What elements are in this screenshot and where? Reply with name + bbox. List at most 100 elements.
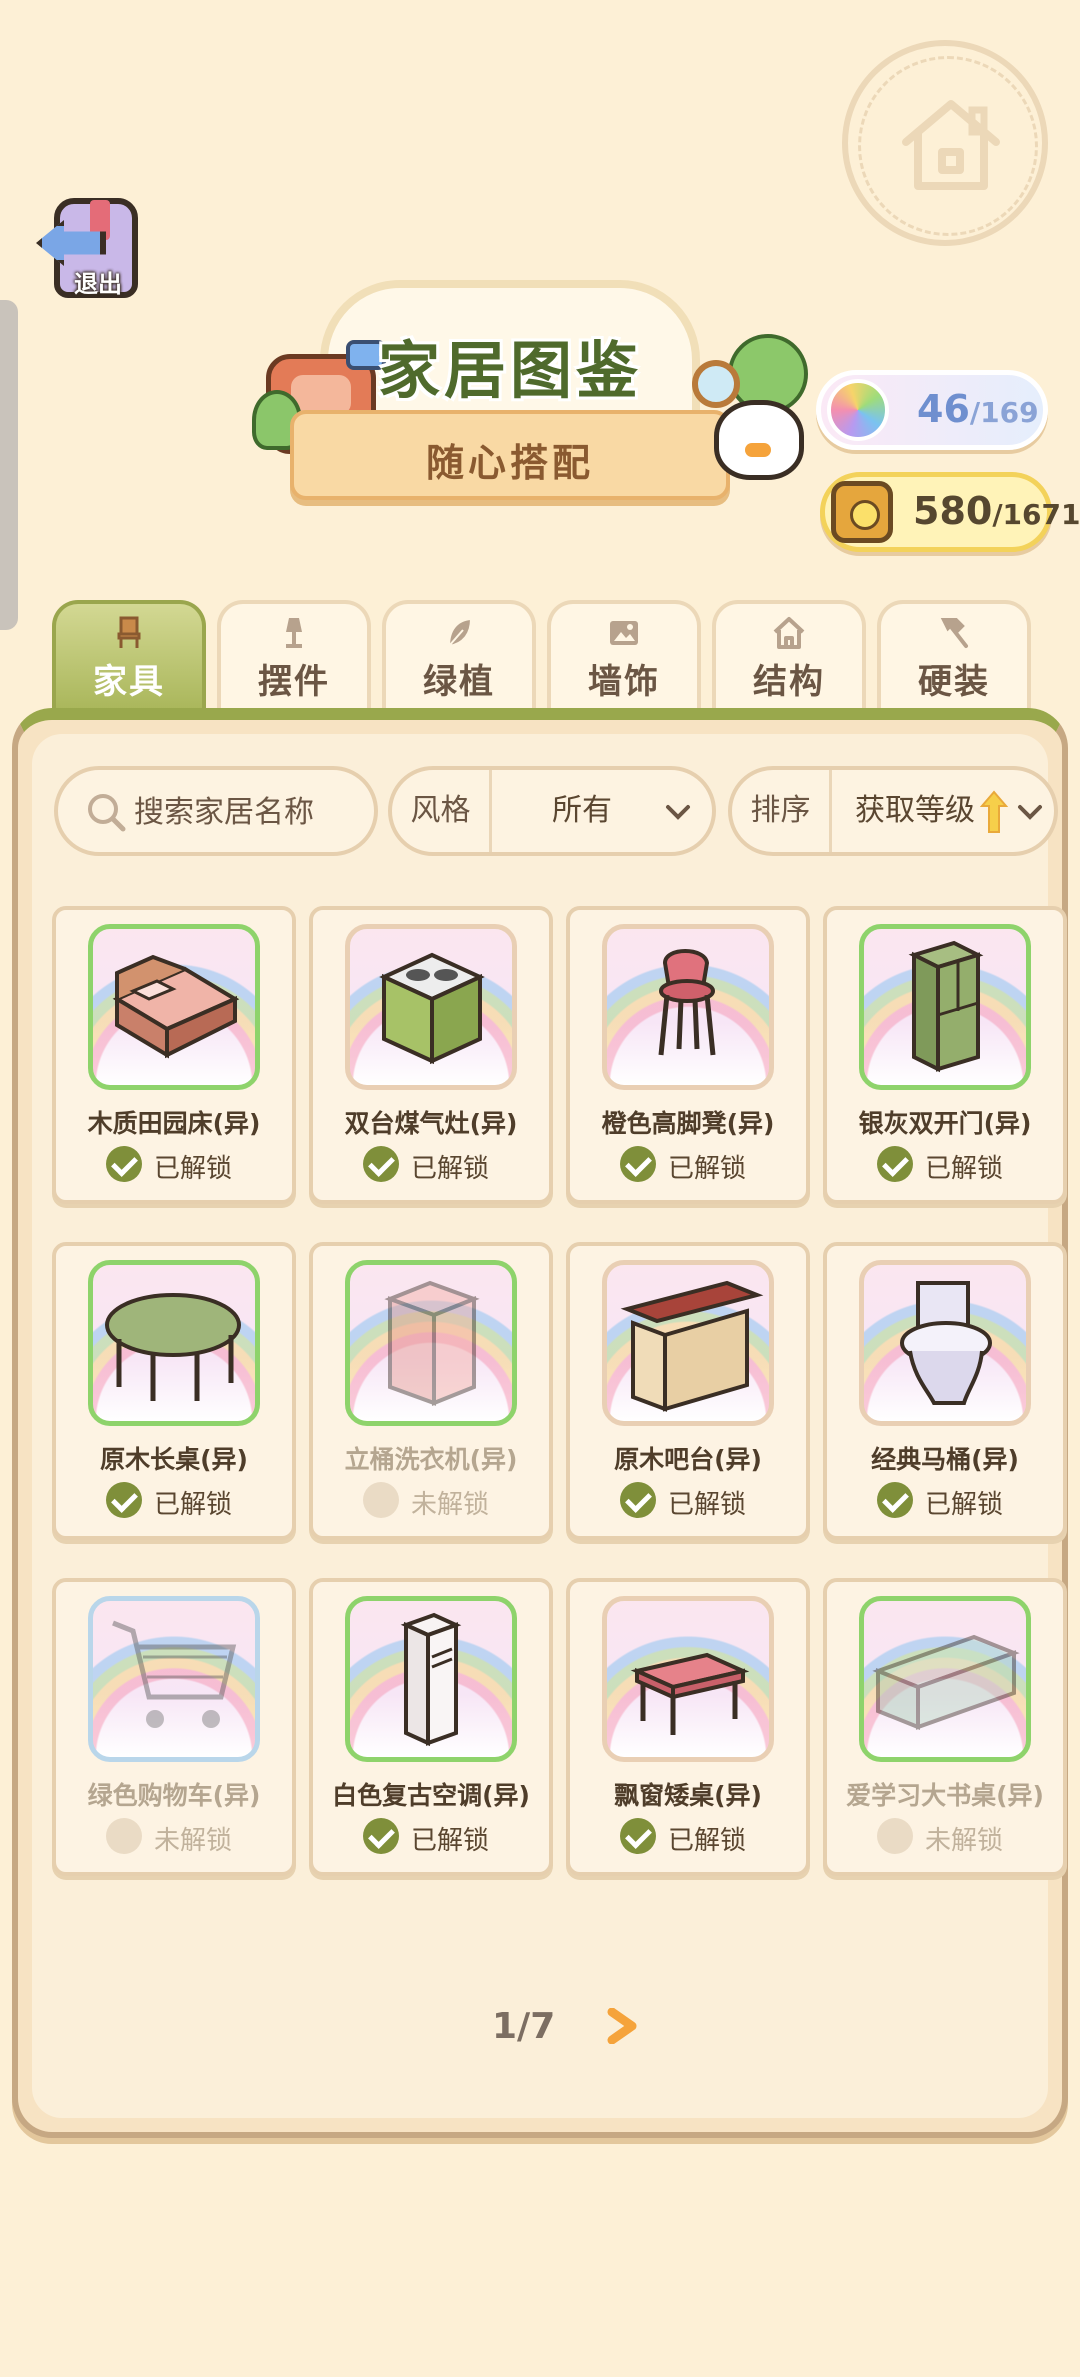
fridge-icon — [908, 940, 984, 1073]
style-label: 风格 — [392, 770, 492, 852]
house-icon — [773, 617, 805, 649]
check-icon — [877, 1146, 913, 1182]
status-text: 已解锁 — [668, 1490, 747, 1520]
rainbow-total: /169 — [969, 396, 1039, 429]
item-card[interactable]: 飘窗矮桌(异) 已解锁 — [566, 1578, 810, 1876]
chevron-down-icon — [1018, 805, 1042, 820]
item-card[interactable]: 木质田园床(异) 已解锁 — [52, 906, 296, 1204]
item-name: 橙色高脚凳(异) — [601, 1109, 775, 1138]
status-text: 未解锁 — [154, 1826, 233, 1856]
item-card[interactable]: 经典马桶(异) 已解锁 — [823, 1242, 1067, 1540]
check-icon — [363, 1818, 399, 1854]
bar-counter-icon — [620, 1280, 764, 1412]
item-name: 爱学习大书桌(异) — [846, 1781, 1044, 1810]
tab-ornaments[interactable]: 摆件 — [217, 600, 371, 712]
status-text: 已解锁 — [411, 1154, 490, 1184]
tab-structure[interactable]: 结构 — [712, 600, 866, 712]
category-tabs: 家具 摆件 绿植 墙饰 结构 硬装 — [52, 600, 1036, 712]
stool-icon — [658, 949, 716, 1056]
page-indicator: 1/7 — [492, 2006, 556, 2047]
tab-label: 家具 — [93, 662, 165, 702]
item-thumbnail — [345, 1596, 517, 1762]
air-conditioner-icon — [400, 1612, 462, 1747]
coin-count: 580 — [913, 489, 993, 533]
tab-label: 硬装 — [918, 662, 990, 702]
page-title: 家居图鉴 — [377, 334, 642, 407]
tab-label: 结构 — [753, 662, 825, 702]
item-card[interactable]: 爱学习大书桌(异) 未解锁 — [823, 1578, 1067, 1876]
item-thumbnail — [88, 1260, 260, 1426]
item-card[interactable]: 绿色购物车(异) 未解锁 — [52, 1578, 296, 1876]
stove-icon — [379, 952, 485, 1065]
item-thumbnail — [859, 1596, 1031, 1762]
item-thumbnail — [345, 1260, 517, 1426]
tab-label: 墙饰 — [588, 662, 660, 702]
item-card[interactable]: 立桶洗衣机(异) 未解锁 — [309, 1242, 553, 1540]
item-thumbnail — [88, 924, 260, 1090]
sort-label: 排序 — [732, 770, 832, 852]
side-drawer-handle[interactable] — [0, 300, 18, 630]
sort-ascending-icon[interactable] — [980, 790, 1008, 834]
item-card[interactable]: 双台煤气灶(异) 已解锁 — [309, 906, 553, 1204]
item-thumbnail — [345, 924, 517, 1090]
status-text: 已解锁 — [925, 1490, 1004, 1520]
item-name: 双台煤气灶(异) — [344, 1109, 518, 1138]
item-card[interactable]: 银灰双开门(异) 已解锁 — [823, 906, 1067, 1204]
search-input[interactable] — [134, 792, 364, 832]
item-card[interactable]: 原木长桌(异) 已解锁 — [52, 1242, 296, 1540]
check-icon — [620, 1482, 656, 1518]
check-icon — [620, 1818, 656, 1854]
lamp-icon — [286, 618, 302, 648]
search-box[interactable] — [54, 766, 378, 856]
item-thumbnail — [602, 924, 774, 1090]
house-stamp-icon — [842, 40, 1048, 246]
item-name: 经典马桶(异) — [871, 1445, 1019, 1474]
tab-wall-decor[interactable]: 墙饰 — [547, 600, 701, 712]
tab-label: 摆件 — [258, 662, 330, 702]
item-card[interactable]: 橙色高脚凳(异) 已解锁 — [566, 906, 810, 1204]
title-banner: 家居图鉴 随心搭配 — [250, 270, 808, 540]
sort-value: 获取等级 — [855, 793, 975, 828]
status-text: 已解锁 — [154, 1490, 233, 1520]
check-icon — [106, 1482, 142, 1518]
check-icon — [877, 1482, 913, 1518]
next-page-button[interactable] — [604, 2008, 638, 2044]
exit-button[interactable]: 退出 — [36, 192, 146, 310]
item-thumbnail — [602, 1596, 774, 1762]
item-name: 原木吧台(异) — [614, 1445, 762, 1474]
lock-status-icon — [106, 1818, 142, 1854]
low-table-icon — [630, 1652, 750, 1735]
shopping-cart-icon — [112, 1620, 237, 1728]
status-text: 已解锁 — [668, 1826, 747, 1856]
table-icon — [105, 1293, 241, 1401]
item-name: 绿色购物车(异) — [87, 1781, 261, 1810]
page-subtitle: 随心搭配 — [425, 441, 594, 485]
tab-hard-decor[interactable]: 硬装 — [877, 600, 1031, 712]
catalog-panel: 风格 所有 排序 获取等级 木质田园床(异) 已解锁 — [12, 708, 1068, 2138]
chick-mascot-icon — [714, 400, 804, 480]
tab-label: 绿植 — [423, 662, 495, 702]
rainbow-icon — [827, 379, 889, 441]
sort-dropdown[interactable]: 排序 获取等级 — [728, 766, 1058, 856]
item-name: 原木长桌(异) — [100, 1445, 248, 1474]
style-dropdown[interactable]: 风格 所有 — [388, 766, 716, 856]
item-name: 飘窗矮桌(异) — [614, 1781, 762, 1810]
item-thumbnail — [859, 1260, 1031, 1426]
item-thumbnail — [602, 1260, 774, 1426]
check-icon — [620, 1146, 656, 1182]
leaf-icon — [447, 617, 473, 648]
hammer-icon — [940, 618, 968, 648]
check-icon — [106, 1146, 142, 1182]
status-text: 已解锁 — [668, 1154, 747, 1184]
tab-plants[interactable]: 绿植 — [382, 600, 536, 712]
coin-counter[interactable]: 580/1671 — [820, 472, 1080, 552]
tab-furniture[interactable]: 家具 — [52, 600, 206, 712]
item-card[interactable]: 白色复古空调(异) 已解锁 — [309, 1578, 553, 1876]
coin-book-icon — [831, 481, 893, 543]
item-thumbnail — [88, 1596, 260, 1762]
toilet-icon — [900, 1281, 992, 1405]
status-text: 已解锁 — [154, 1154, 233, 1184]
item-card[interactable]: 原木吧台(异) 已解锁 — [566, 1242, 810, 1540]
rainbow-counter[interactable]: 46/169 — [816, 370, 1048, 450]
style-value: 所有 — [552, 793, 612, 828]
